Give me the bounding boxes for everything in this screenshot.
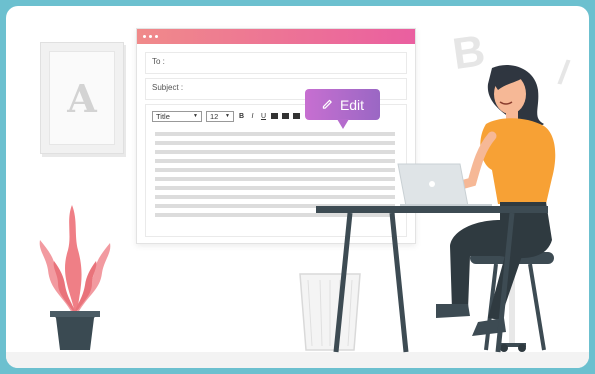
bold-button[interactable]: B (238, 113, 245, 120)
to-label: To : (152, 57, 165, 66)
font-size-select[interactable]: 12 ▼ (206, 110, 234, 122)
italic-button[interactable]: I (249, 113, 256, 120)
style-select-value: Title (156, 111, 170, 121)
font-size-value: 12 (210, 111, 219, 121)
window-dot-icon[interactable] (143, 35, 146, 38)
window-dot-icon[interactable] (149, 35, 152, 38)
subject-label: Subject : (152, 83, 184, 92)
frame-letter: A (67, 75, 97, 121)
align-right-icon[interactable] (293, 113, 300, 119)
window-dot-icon[interactable] (155, 35, 158, 38)
plant-pot (52, 313, 98, 350)
align-left-icon[interactable] (271, 113, 278, 119)
chevron-down-icon: ▼ (193, 113, 198, 119)
shirt (480, 118, 556, 204)
pot-rim (50, 311, 100, 317)
shoe-left (436, 304, 470, 318)
illustration-stage: A B / To : Subject : Title ▼ 12 ▼ B I U … (0, 0, 595, 374)
frame-canvas: A (49, 51, 115, 145)
window-titlebar (137, 29, 415, 44)
wall-frame: A (40, 42, 124, 154)
align-center-icon[interactable] (282, 113, 289, 119)
style-select[interactable]: Title ▼ (152, 110, 202, 122)
person-at-desk-illustration (316, 64, 556, 353)
chevron-down-icon: ▼ (225, 113, 230, 119)
plant-leaves (39, 205, 111, 313)
underline-button[interactable]: U (260, 113, 267, 120)
editor-toolbar: Title ▼ 12 ▼ B I U (152, 110, 300, 122)
plant-illustration (39, 205, 111, 350)
